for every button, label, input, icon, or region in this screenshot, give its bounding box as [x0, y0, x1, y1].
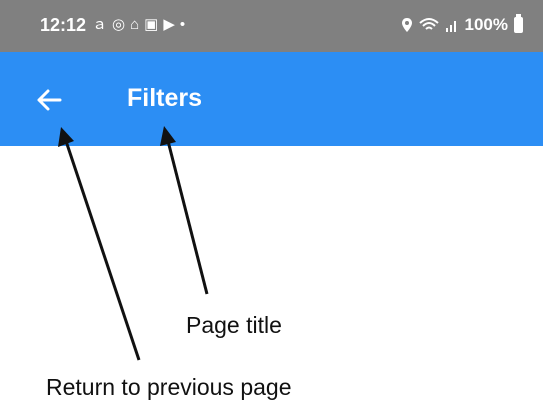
annotation-arrows	[58, 126, 209, 361]
page-title-annotation: Page title	[186, 312, 282, 338]
back-annotation-arrow	[58, 127, 141, 361]
return-annotation: Return to previous page	[46, 374, 292, 400]
title-annotation-arrow	[160, 126, 209, 295]
